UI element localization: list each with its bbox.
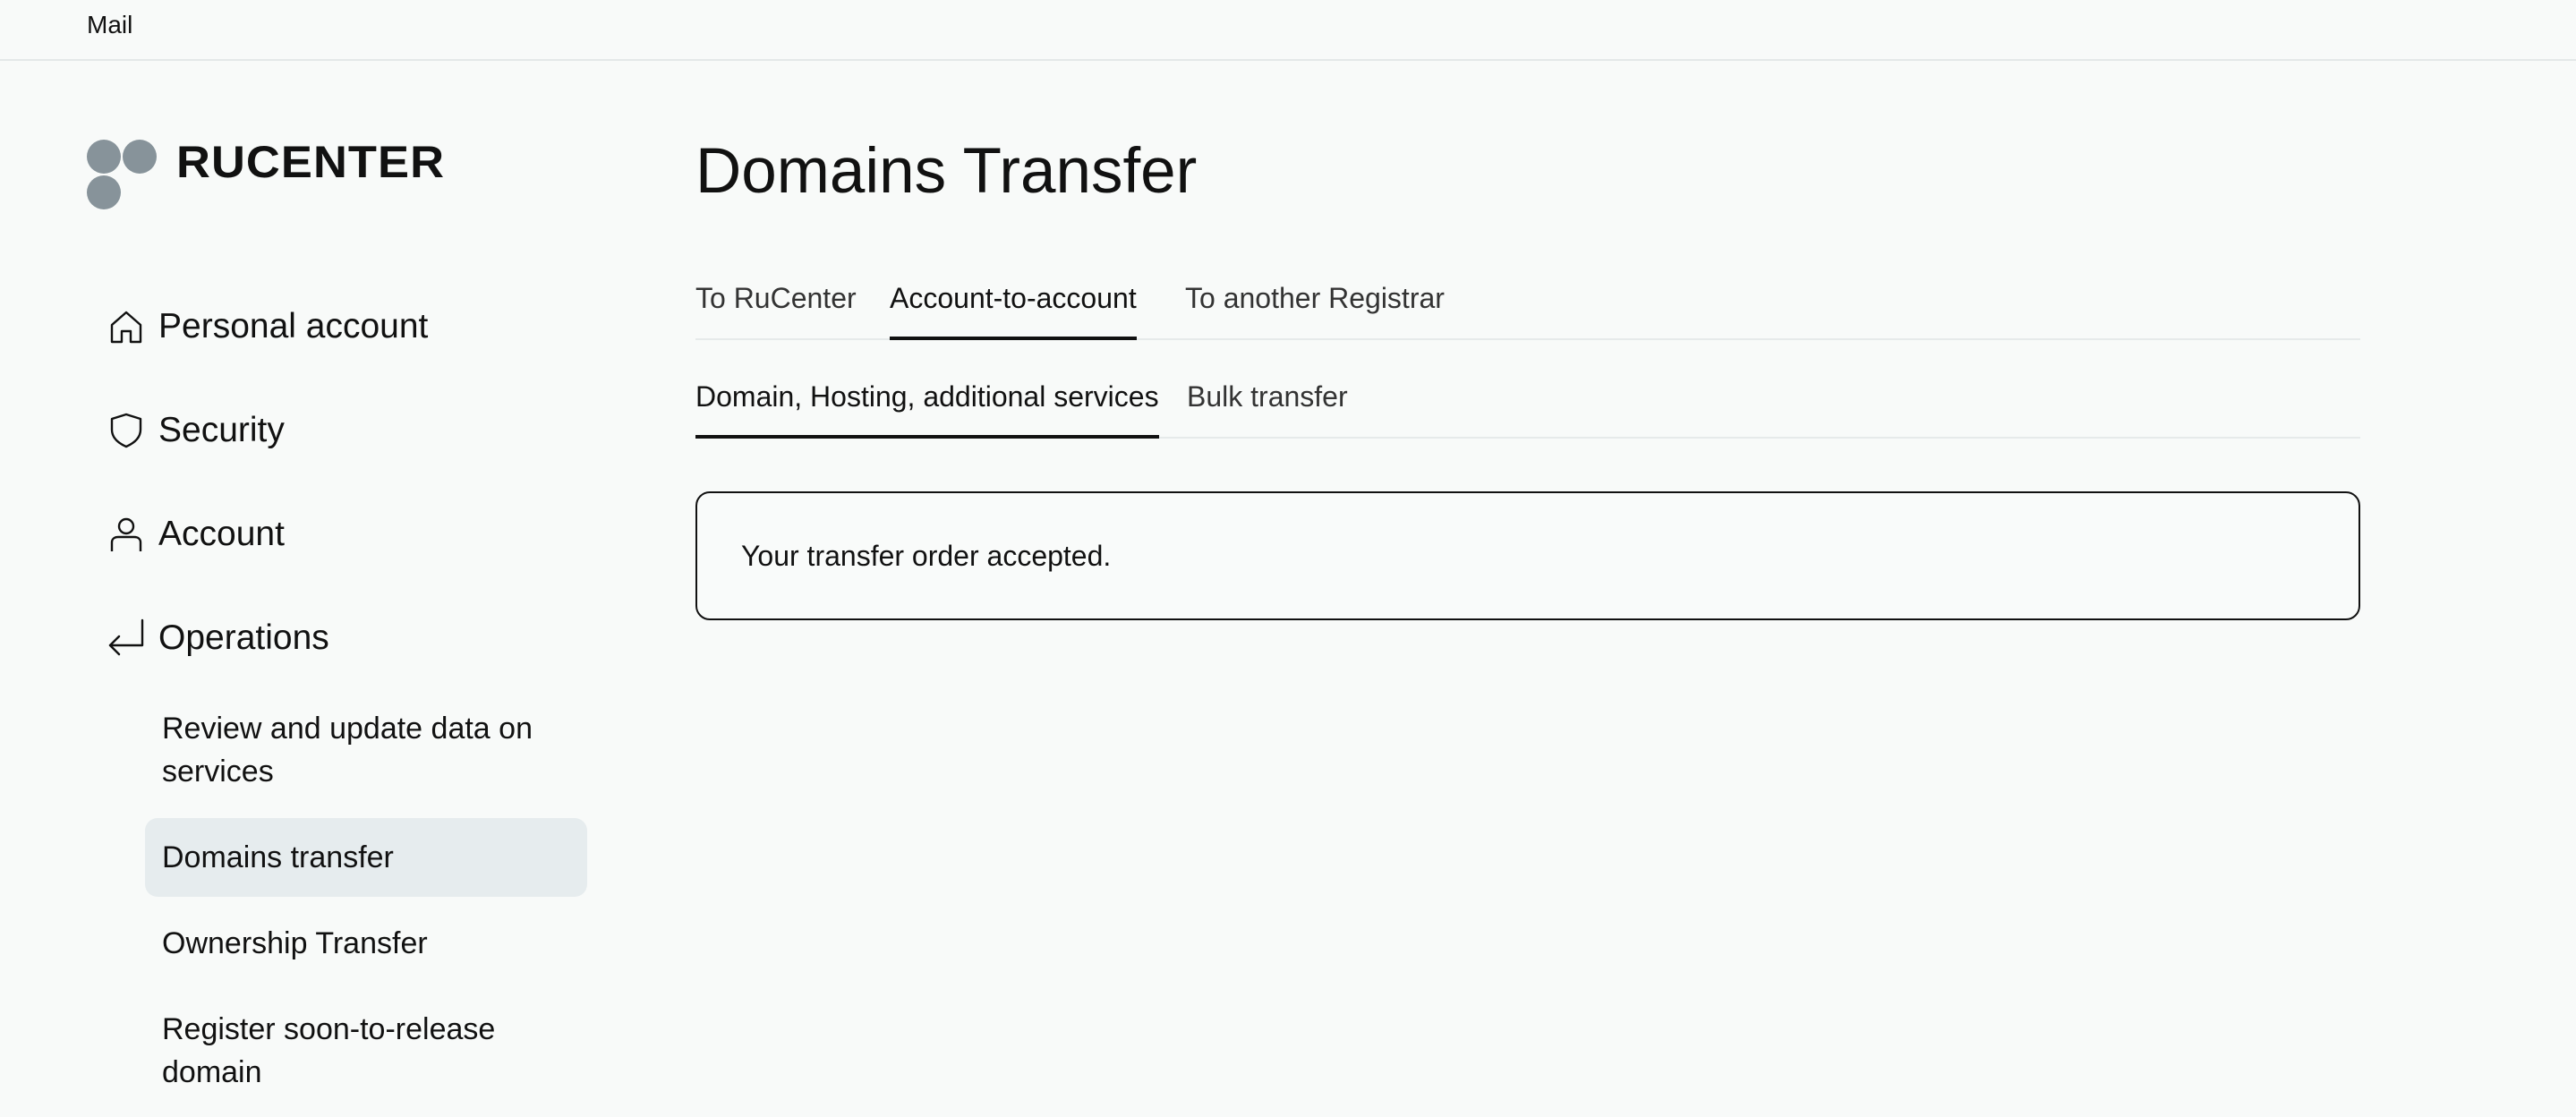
mail-link[interactable]: Mail xyxy=(87,10,132,40)
status-message: Your transfer order accepted. xyxy=(741,539,1112,572)
tab-to-rucenter[interactable]: To RuCenter xyxy=(695,272,857,340)
status-message-box: Your transfer order accepted. xyxy=(695,491,2360,620)
sidebar-subitem-label: Domains transfer xyxy=(162,840,394,874)
return-arrow-icon xyxy=(107,618,146,658)
sidebar-subitem-review-update[interactable]: Review and update data on services xyxy=(145,707,566,793)
sidebar-item-label: Security xyxy=(158,411,285,449)
sidebar-item-label: Personal account xyxy=(158,307,429,345)
logo-dots-icon xyxy=(87,138,160,211)
page-title: Domains Transfer xyxy=(695,136,1198,207)
tab-to-another-registrar[interactable]: To another Registrar xyxy=(1185,272,1445,340)
transfer-type-tabs: To RuCenter Account-to-account To anothe… xyxy=(695,272,2360,340)
top-bar: Mail xyxy=(0,0,2576,61)
sidebar-item-personal-account[interactable]: Personal account xyxy=(107,300,428,354)
user-icon xyxy=(107,515,146,554)
tab-domain-hosting-services[interactable]: Domain, Hosting, additional services xyxy=(695,371,1159,439)
sidebar-subitem-ownership-transfer[interactable]: Ownership Transfer xyxy=(145,922,587,965)
tab-bulk-transfer[interactable]: Bulk transfer xyxy=(1187,371,1348,439)
rucenter-logo[interactable]: RUCENTER xyxy=(87,137,444,211)
service-type-tabs: Domain, Hosting, additional services Bul… xyxy=(695,371,2360,439)
logo-text: RUCENTER xyxy=(176,137,446,187)
tab-account-to-account[interactable]: Account-to-account xyxy=(890,272,1137,340)
sidebar-item-account[interactable]: Account xyxy=(107,507,285,561)
sidebar-item-label: Account xyxy=(158,515,285,553)
sidebar-item-operations[interactable]: Operations xyxy=(107,611,329,665)
shield-icon xyxy=(107,411,146,450)
sidebar-subitem-register-soon-to-release[interactable]: Register soon-to-release domain xyxy=(145,1008,566,1094)
sidebar-item-label: Operations xyxy=(158,618,329,657)
sidebar-subitem-domains-transfer[interactable]: Domains transfer xyxy=(145,818,587,897)
sidebar-item-security[interactable]: Security xyxy=(107,404,285,457)
home-icon xyxy=(107,307,146,346)
